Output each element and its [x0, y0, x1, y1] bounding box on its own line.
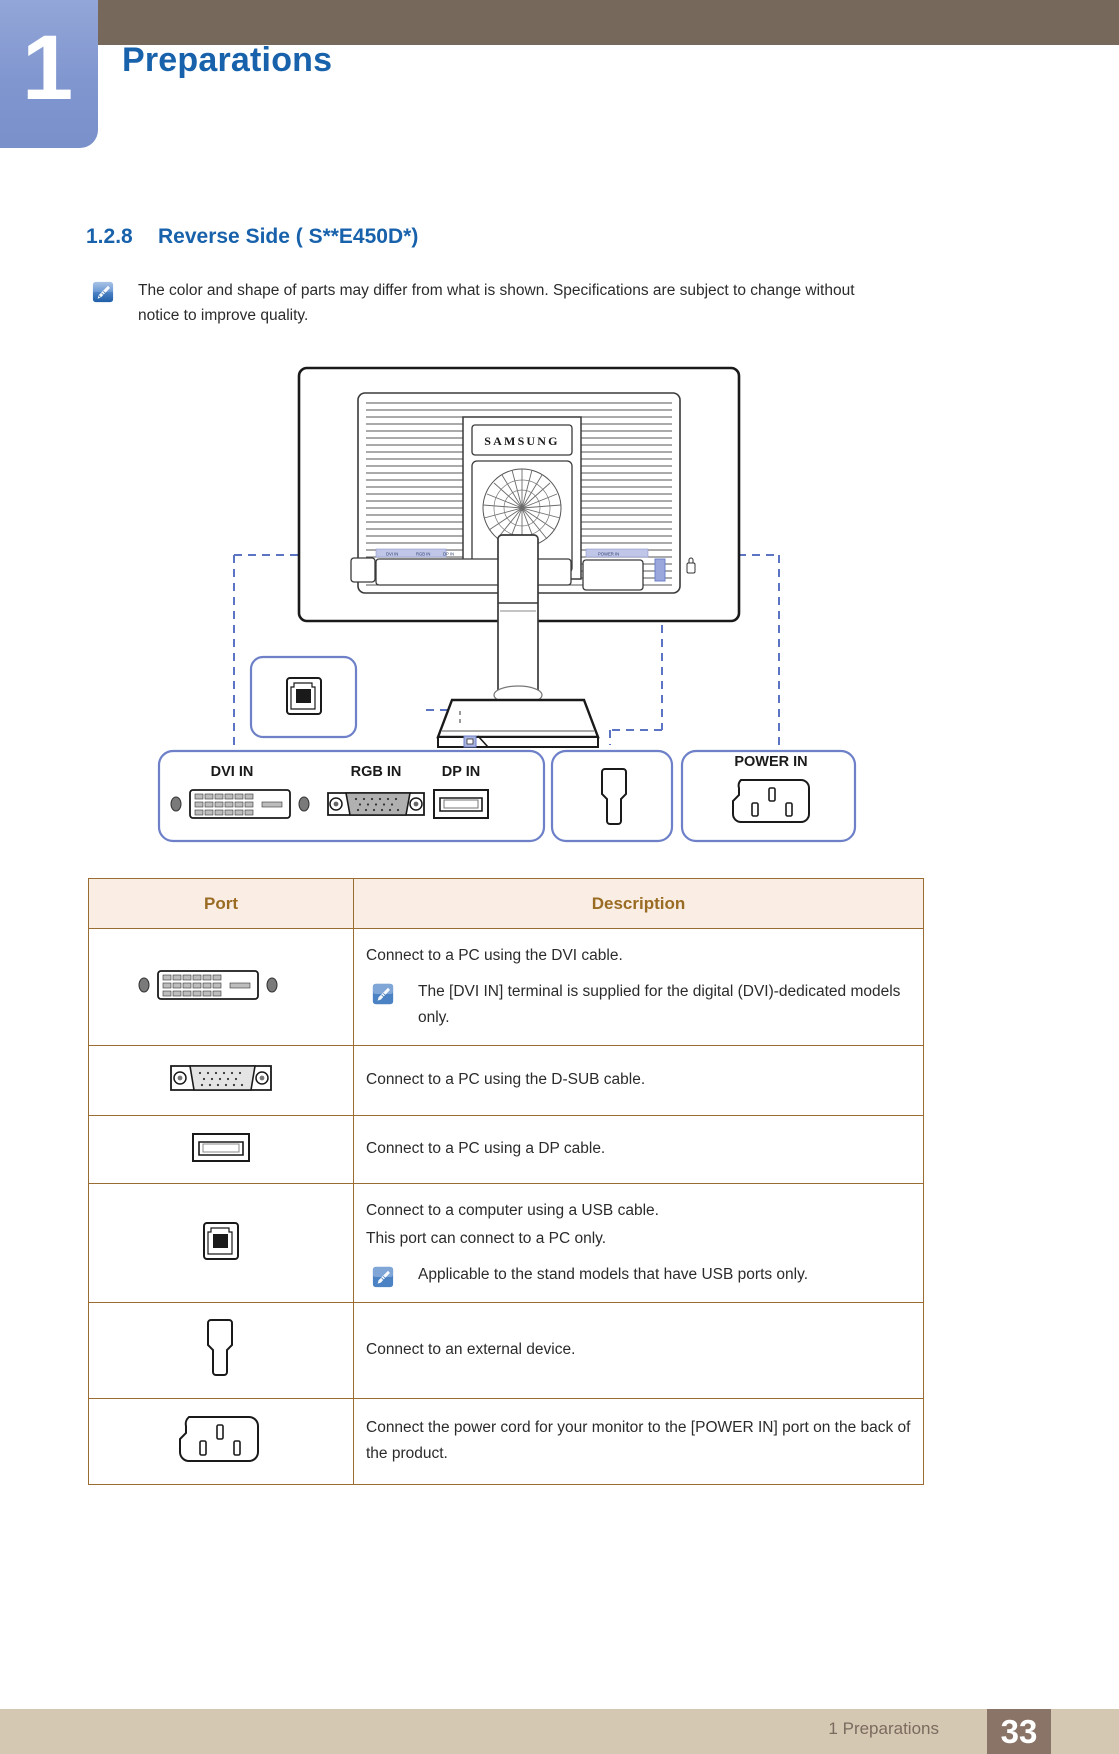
description-line: Connect to a PC using the DVI cable.: [366, 947, 623, 964]
description-line: Connect the power cord for your monitor …: [366, 1418, 911, 1462]
usb-b-port-icon: [286, 677, 322, 715]
port-description-cell: Connect to a computer using a USB cable.…: [353, 1183, 924, 1303]
footer-band: [0, 1709, 1119, 1754]
intro-note: The color and shape of parts may differ …: [92, 278, 892, 328]
dvi-port-icon: [138, 969, 278, 1000]
table-header-row: Port Description: [88, 878, 924, 929]
power-inlet-icon: [179, 1416, 259, 1462]
port-description-table: Port Description Connect to a PC using t…: [88, 878, 924, 1485]
page-title: Preparations: [122, 41, 333, 79]
intro-note-text: The color and shape of parts may differ …: [138, 282, 855, 324]
port-description-cell: Connect to an external device.: [353, 1302, 924, 1399]
monitor-reverse-side-diagram: SAMSUNG DVI IN RGB IN DP IN POWER IN DVI…: [86, 355, 926, 860]
description-line: Connect to a PC using a DP cable.: [366, 1139, 606, 1157]
footer-chapter-label: 1 Preparations: [828, 1719, 939, 1738]
section-heading: 1.2.8 Reverse Side ( S**E450D*): [86, 225, 418, 249]
row-note-text: The [DVI IN] terminal is supplied for th…: [418, 983, 901, 1026]
svg-text:DVI IN: DVI IN: [386, 552, 398, 557]
vga-port-icon-diagram: [327, 792, 425, 816]
callout-label-power-in: POWER IN: [734, 754, 807, 770]
column-header-description: Description: [353, 878, 924, 929]
section-title: Reverse Side ( S**E450D*): [158, 225, 419, 248]
row-note: Applicable to the stand models that have…: [366, 1262, 911, 1288]
audio-jack-port-icon: [207, 1319, 233, 1376]
port-icon-cell: [88, 1398, 354, 1485]
section-number: 1.2.8: [86, 225, 133, 248]
port-icon-cell: [88, 1302, 354, 1399]
note-pen-icon: [372, 1266, 394, 1288]
monitor-brand-label: SAMSUNG: [484, 434, 559, 448]
port-icon-cell: [88, 1045, 354, 1116]
description-line: Connect to a computer using a USB cable.: [366, 1202, 659, 1219]
column-header-port: Port: [88, 878, 354, 929]
dvi-port-icon-diagram: [170, 789, 310, 819]
svg-text:POWER IN: POWER IN: [598, 552, 619, 557]
description-line: This port can connect to a PC only.: [366, 1230, 607, 1247]
port-description-cell: Connect the power cord for your monitor …: [353, 1398, 924, 1485]
row-note-text: Applicable to the stand models that have…: [418, 1266, 809, 1283]
row-note: The [DVI IN] terminal is supplied for th…: [366, 979, 911, 1031]
callout-label-dp-in: DP IN: [442, 764, 480, 780]
note-pen-icon: [372, 983, 394, 1005]
header-band: [95, 0, 1119, 45]
usb-b-port-icon: [203, 1221, 239, 1260]
monitor-illustration: SAMSUNG DVI IN RGB IN DP IN POWER IN: [249, 366, 741, 748]
table-row: Connect to an external device.: [88, 1302, 924, 1399]
port-icon-cell: [88, 928, 354, 1046]
description-line: Connect to an external device.: [366, 1340, 576, 1358]
port-icon-cell: [88, 1115, 354, 1184]
port-icon-cell: [88, 1183, 354, 1303]
power-inlet-icon-diagram: [732, 779, 810, 823]
displayport-port-icon-diagram: [433, 789, 489, 819]
port-description-cell: Connect to a PC using the DVI cable. The…: [353, 928, 924, 1046]
svg-text:RGB IN: RGB IN: [416, 552, 430, 557]
footer-page-number: 33: [1000, 1713, 1038, 1750]
table-row: Connect to a PC using the DVI cable. The…: [88, 928, 924, 1046]
vga-port-icon: [170, 1065, 272, 1091]
note-pen-icon: [92, 281, 114, 303]
port-description-cell: Connect to a PC using a DP cable.: [353, 1115, 924, 1184]
port-description-cell: Connect to a PC using the D-SUB cable.: [353, 1045, 924, 1116]
callout-label-rgb-in: RGB IN: [351, 764, 402, 780]
description-line: Connect to a PC using the D-SUB cable.: [366, 1070, 646, 1088]
table-row: Connect to a PC using the D-SUB cable.: [88, 1045, 924, 1116]
table-row: Connect to a computer using a USB cable.…: [88, 1183, 924, 1303]
table-row: Connect the power cord for your monitor …: [88, 1398, 924, 1485]
displayport-port-icon: [192, 1133, 250, 1162]
chapter-number: 1: [22, 17, 74, 119]
table-row: Connect to a PC using a DP cable.: [88, 1115, 924, 1184]
callout-label-dvi-in: DVI IN: [211, 764, 254, 780]
svg-text:DP IN: DP IN: [443, 552, 454, 557]
chapter-tab: 1: [0, 0, 98, 148]
